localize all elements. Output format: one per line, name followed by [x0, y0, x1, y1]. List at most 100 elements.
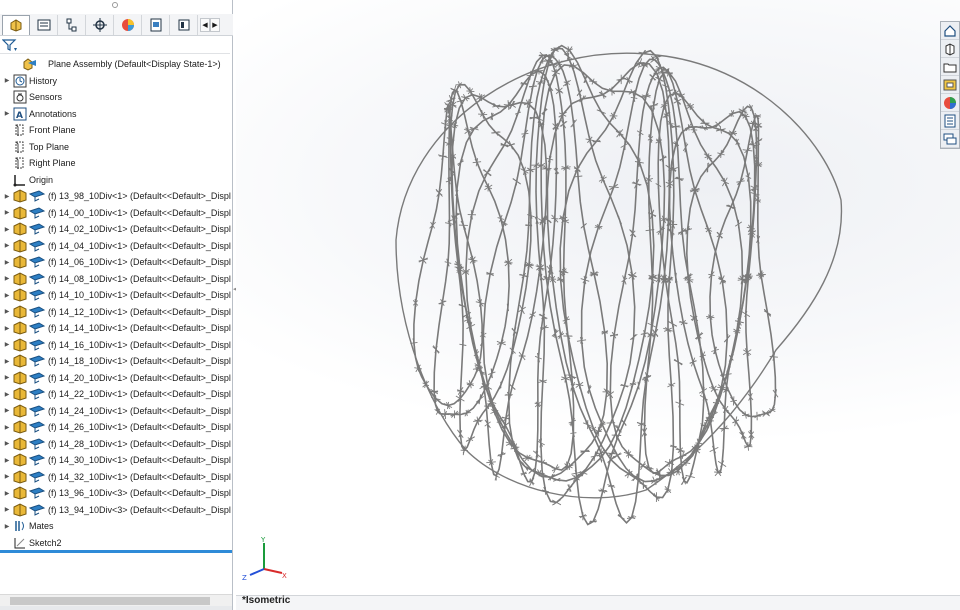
- expand-arrow-icon[interactable]: ▶: [2, 440, 12, 447]
- part-component-icon: [12, 189, 46, 203]
- tree-item-label: (f) 13_98_10Div<1> (Default<<Default>_Di…: [48, 191, 231, 201]
- contour-barbs: [461, 51, 577, 474]
- tree-item-mates[interactable]: ▶ Mates: [0, 518, 232, 534]
- tree-component-row[interactable]: ▶ (f) 14_32_10Div<1> (Default<<Default>_D…: [0, 469, 232, 485]
- tree-root-assembly[interactable]: Plane Assembly (Default<Display State-1>…: [0, 56, 232, 72]
- tree-component-row[interactable]: ▶ (f) 14_12_10Div<1> (Default<<Default>_D…: [0, 304, 232, 320]
- tree-item-origin[interactable]: Origin: [0, 172, 232, 188]
- tree-item-annotations[interactable]: ▶ A Annotations: [0, 106, 232, 122]
- tree-item-front-plane[interactable]: Front Plane: [0, 122, 232, 138]
- tree-component-row[interactable]: ▶ (f) 14_14_10Div<1> (Default<<Default>_D…: [0, 320, 232, 336]
- tree-component-row[interactable]: ▶ (f) 14_10_10Div<1> (Default<<Default>_D…: [0, 287, 232, 303]
- expand-arrow-icon[interactable]: ▶: [2, 242, 12, 249]
- tab-property-manager[interactable]: [30, 14, 58, 35]
- svg-text:▾: ▾: [14, 46, 17, 52]
- expand-arrow-icon[interactable]: ▶: [2, 308, 12, 315]
- expand-arrow-icon[interactable]: ▶: [2, 523, 12, 530]
- tree-item-label: Annotations: [29, 108, 77, 119]
- horizontal-scrollbar[interactable]: [0, 594, 232, 606]
- tab-scroll-right-button[interactable]: ▶: [210, 17, 220, 32]
- tree-component-row[interactable]: ▶ (f) 14_18_10Div<1> (Default<<Default>_D…: [0, 353, 232, 369]
- tree-item-right-plane[interactable]: Right Plane: [0, 155, 232, 171]
- tree-component-row[interactable]: ▶ (f) 14_28_10Div<1> (Default<<Default>_D…: [0, 436, 232, 452]
- graphics-status-bar: [236, 595, 960, 610]
- history-icon: [12, 74, 27, 88]
- expand-arrow-icon[interactable]: ▶: [2, 358, 12, 365]
- expand-arrow-icon[interactable]: ▶: [2, 407, 12, 414]
- expand-arrow-icon[interactable]: ▶: [2, 77, 12, 84]
- view-orientation-label: *Isometric: [242, 595, 291, 606]
- tree-component-row[interactable]: ▶ (f) 14_04_10Div<1> (Default<<Default>_D…: [0, 238, 232, 254]
- expand-arrow-icon[interactable]: ▶: [2, 209, 12, 216]
- scrollbar-thumb[interactable]: [10, 596, 210, 605]
- tree-item-label: (f) 14_26_10Div<1> (Default<<Default>_Di…: [48, 422, 231, 432]
- home-view-button[interactable]: [941, 22, 959, 40]
- tree-component-row[interactable]: ▶ (f) 13_98_10Div<1> (Default<<Default>_D…: [0, 188, 232, 204]
- tree-component-row[interactable]: ▶ (f) 13_94_10Div<3> (Default<<Default>_D…: [0, 502, 232, 518]
- tab-cam[interactable]: [142, 14, 170, 35]
- expand-arrow-icon[interactable]: ▶: [2, 473, 12, 480]
- tree-item-sketch2[interactable]: Sketch2: [0, 535, 232, 551]
- tree-item-label: (f) 14_12_10Div<1> (Default<<Default>_Di…: [48, 306, 231, 317]
- expand-arrow-icon[interactable]: ▶: [2, 226, 12, 233]
- open-folder-button[interactable]: [941, 58, 959, 76]
- color-wheel-button[interactable]: [941, 94, 959, 112]
- tree-component-row[interactable]: ▶ (f) 14_02_10Div<1> (Default<<Default>_D…: [0, 221, 232, 237]
- expand-arrow-icon[interactable]: ▶: [2, 391, 12, 398]
- expand-arrow-icon[interactable]: ▶: [2, 506, 12, 513]
- tree-component-row[interactable]: ▶ (f) 14_26_10Div<1> (Default<<Default>_D…: [0, 419, 232, 435]
- tab-feature-manager[interactable]: [2, 14, 30, 35]
- tree-item-history[interactable]: ▶ History: [0, 73, 232, 89]
- expand-arrow-icon[interactable]: ▶: [2, 457, 12, 464]
- appearances-button[interactable]: [941, 76, 959, 94]
- tree-component-row[interactable]: ▶ (f) 14_20_10Div<1> (Default<<Default>_D…: [0, 370, 232, 386]
- expand-arrow-icon[interactable]: ▶: [2, 374, 12, 381]
- tab-extra[interactable]: [170, 14, 198, 35]
- tree-filter[interactable]: ▾: [0, 37, 230, 54]
- tree-component-row[interactable]: ▶ (f) 14_24_10Div<1> (Default<<Default>_D…: [0, 403, 232, 419]
- expand-arrow-icon[interactable]: ▶: [2, 259, 12, 266]
- part-component-icon: [12, 469, 46, 484]
- comments-button[interactable]: [941, 130, 959, 148]
- tab-configuration-manager[interactable]: [58, 14, 86, 35]
- configuration-icon: [66, 18, 76, 31]
- display-manager-icon: [121, 18, 134, 31]
- expand-arrow-icon[interactable]: ▶: [2, 292, 12, 299]
- expand-arrow-icon[interactable]: ▶: [2, 341, 12, 348]
- tree-component-row[interactable]: ▶ (f) 14_30_10Div<1> (Default<<Default>_D…: [0, 452, 232, 468]
- tree-item-top-plane[interactable]: Top Plane: [0, 139, 232, 155]
- expand-arrow-icon[interactable]: ▶: [2, 424, 12, 431]
- tree-component-row[interactable]: ▶ (f) 14_06_10Div<1> (Default<<Default>_D…: [0, 254, 232, 270]
- part-component-icon: [12, 387, 46, 401]
- tree-item-label: (f) 14_32_10Div<1> (Default<<Default>_Di…: [48, 471, 231, 482]
- tree-component-row[interactable]: ▶ (f) 13_96_10Div<3> (Default<<Default>_D…: [0, 485, 232, 501]
- tree-item-label: History: [29, 75, 58, 86]
- tree-component-row[interactable]: ▶ (f) 14_00_10Div<1> (Default<<Default>_D…: [0, 205, 232, 221]
- expand-arrow-icon[interactable]: ▶: [2, 193, 12, 200]
- tree-item-label: (f) 14_20_10Div<1> (Default<<Default>_Di…: [48, 372, 231, 383]
- plane-icon: [12, 156, 27, 170]
- triad-x-label: X: [282, 572, 287, 580]
- reference-triad: Y X Z: [242, 536, 287, 582]
- tree-item-label: Right Plane: [29, 158, 76, 168]
- tree-item-label: (f) 14_08_10Div<1> (Default<<Default>_Di…: [48, 273, 231, 284]
- tree-component-row[interactable]: ▶ (f) 14_08_10Div<1> (Default<<Default>_D…: [0, 271, 232, 287]
- view-orientation-button[interactable]: [941, 40, 959, 58]
- tab-display-manager[interactable]: [114, 14, 142, 35]
- expand-arrow-icon[interactable]: ▶: [2, 275, 12, 282]
- graphics-area[interactable]: Y X Z *Isometric: [236, 0, 960, 610]
- tree-item-label: (f) 14_30_10Div<1> (Default<<Default>_Di…: [48, 455, 231, 465]
- panel-grip[interactable]: [112, 2, 118, 8]
- tree-item-label: Plane Assembly (Default<Display State-1>…: [48, 59, 221, 69]
- tab-scroll-left-button[interactable]: ◀: [200, 17, 210, 32]
- tree-item-label: (f) 14_28_10Div<1> (Default<<Default>_Di…: [48, 438, 231, 449]
- tree-item-sensors[interactable]: Sensors: [0, 89, 232, 105]
- expand-arrow-icon[interactable]: ▶: [2, 490, 12, 497]
- tree-component-row[interactable]: ▶ (f) 14_22_10Div<1> (Default<<Default>_D…: [0, 386, 232, 402]
- assembly-icon: [12, 57, 46, 71]
- expand-arrow-icon[interactable]: ▶: [2, 325, 12, 332]
- expand-arrow-icon[interactable]: ▶: [2, 110, 12, 117]
- tab-dimxpert[interactable]: [86, 14, 114, 35]
- properties-button[interactable]: [941, 112, 959, 130]
- tree-component-row[interactable]: ▶ (f) 14_16_10Div<1> (Default<<Default>_D…: [0, 337, 232, 353]
